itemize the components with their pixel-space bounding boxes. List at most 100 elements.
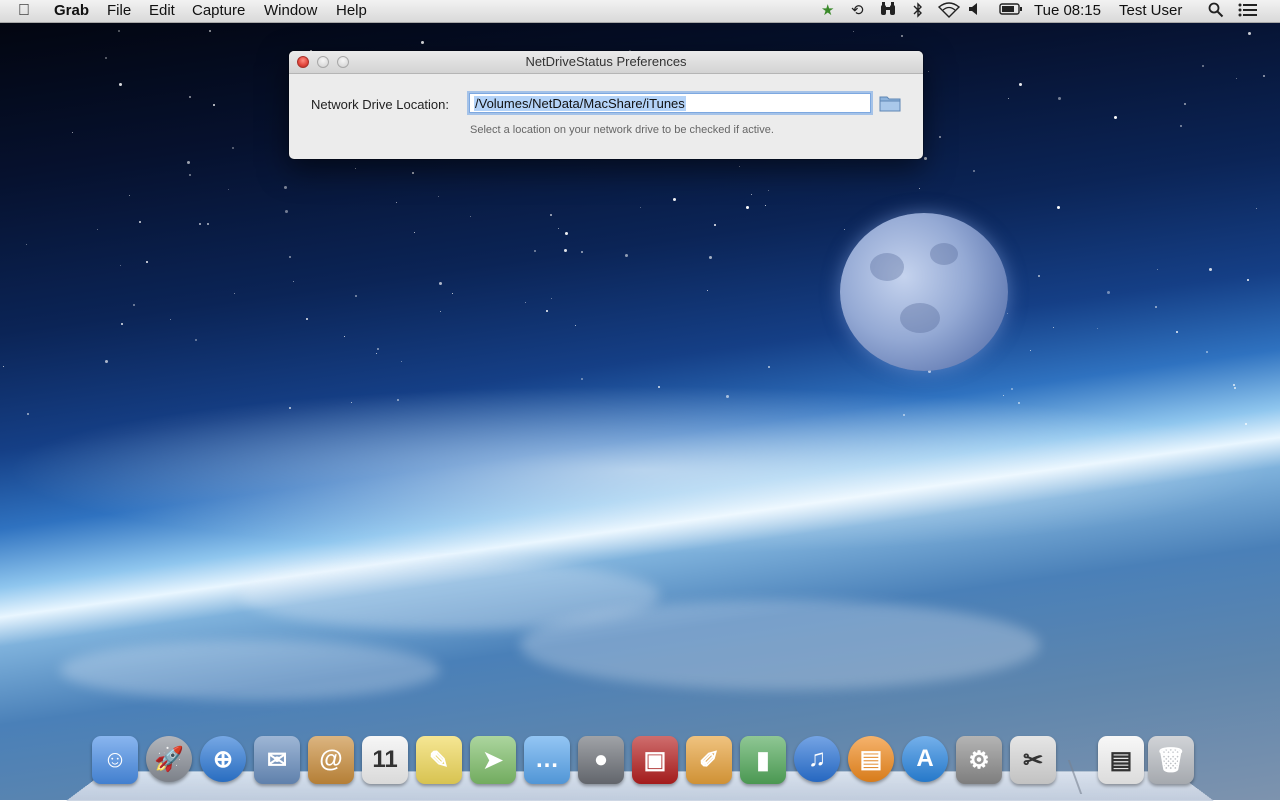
messages-icon[interactable]: … <box>524 736 570 784</box>
dock: ☺ 🚀 ⊕ ✉ @11 ✎ ➤… ● ▣ ✐ ▮ ♫ ▤ A ⚙ ✂ ▤ 🗑 <box>92 736 1202 788</box>
menu-help[interactable]: Help <box>336 2 367 20</box>
star <box>1247 279 1249 281</box>
maps-icon[interactable]: ➤ <box>470 736 516 784</box>
star <box>768 190 769 191</box>
star <box>903 414 905 416</box>
contacts-icon[interactable]: @ <box>308 736 354 784</box>
bluetooth-icon[interactable] <box>913 2 923 23</box>
mail-icon[interactable]: ✉ <box>254 736 300 784</box>
star <box>129 195 130 196</box>
star <box>414 232 415 233</box>
menu-capture[interactable]: Capture <box>192 2 245 20</box>
star <box>565 232 568 235</box>
star <box>120 265 121 266</box>
star <box>1155 306 1157 308</box>
star <box>232 147 234 149</box>
window-title: NetDriveStatus Preferences <box>525 54 687 69</box>
menu-window[interactable]: Window <box>264 2 317 20</box>
star <box>1003 395 1004 396</box>
star <box>207 223 209 225</box>
star <box>768 366 770 368</box>
launchpad-icon[interactable]: 🚀 <box>146 736 192 782</box>
star <box>1007 313 1008 314</box>
star <box>306 318 308 320</box>
star <box>105 57 107 59</box>
star <box>928 71 929 72</box>
menubar-clock[interactable]: Tue 08:15 <box>1034 2 1101 20</box>
network-drive-location-label: Network Drive Location: <box>311 97 449 112</box>
star <box>452 293 453 294</box>
star <box>213 104 215 106</box>
star <box>199 223 201 225</box>
window-titlebar[interactable]: NetDriveStatus Preferences <box>289 51 923 74</box>
menu-file[interactable]: File <box>107 2 131 20</box>
battery-icon[interactable] <box>999 2 1023 21</box>
app-store-icon[interactable]: A <box>902 736 948 782</box>
time-machine-icon[interactable]: ⟲ <box>851 2 864 20</box>
star <box>709 256 712 259</box>
star <box>746 206 749 209</box>
star <box>1176 331 1178 333</box>
star <box>534 250 536 252</box>
menu-app-name[interactable]: Grab <box>54 2 89 20</box>
star <box>973 170 975 172</box>
star <box>133 304 135 306</box>
star <box>187 161 190 164</box>
calendar-icon[interactable]: 11 <box>362 736 408 784</box>
notes-icon[interactable]: ✎ <box>416 736 462 784</box>
folder-icon[interactable] <box>879 94 901 112</box>
grab-icon[interactable]: ✂ <box>1010 736 1056 784</box>
star <box>121 323 123 325</box>
safari-icon[interactable]: ⊕ <box>200 736 246 782</box>
volume-icon[interactable] <box>968 2 980 21</box>
star <box>924 157 927 160</box>
star <box>1202 65 1204 67</box>
star <box>401 361 402 362</box>
star <box>1114 116 1117 119</box>
star <box>1233 384 1235 386</box>
star <box>27 413 29 415</box>
apple-logo-icon[interactable]:  <box>18 2 30 20</box>
star <box>1097 328 1098 329</box>
wallpaper-moon <box>840 213 1008 371</box>
binoculars-icon[interactable] <box>880 2 896 21</box>
star <box>1248 32 1251 35</box>
star <box>3 366 4 367</box>
star <box>234 293 235 294</box>
network-drive-location-input[interactable]: /Volumes/NetData/MacShare/iTunes <box>469 93 871 113</box>
star <box>550 214 552 216</box>
star <box>139 221 141 223</box>
preview-document-icon[interactable]: ▤ <box>1098 736 1144 784</box>
wifi-icon[interactable] <box>937 2 961 23</box>
star <box>1057 206 1060 209</box>
star <box>355 295 357 297</box>
star <box>901 35 903 37</box>
star <box>1030 350 1031 351</box>
star <box>726 395 729 398</box>
menu-edit[interactable]: Edit <box>149 2 175 20</box>
spotlight-search-icon[interactable] <box>1208 2 1224 23</box>
itunes-icon[interactable]: ♫ <box>794 736 840 782</box>
facetime-icon[interactable]: ● <box>578 736 624 784</box>
star <box>412 172 414 174</box>
star <box>72 132 73 133</box>
star <box>1209 268 1212 271</box>
numbers-icon[interactable]: ▮ <box>740 736 786 784</box>
star <box>421 41 424 44</box>
notification-center-icon[interactable] <box>1238 2 1258 23</box>
ibooks-icon[interactable]: ▤ <box>848 736 894 782</box>
menubar-user[interactable]: Test User <box>1119 2 1182 20</box>
star <box>564 249 567 252</box>
star <box>438 196 439 197</box>
star <box>581 251 583 253</box>
favorites-star-icon[interactable]: ★ <box>821 2 834 20</box>
star <box>546 310 548 312</box>
system-preferences-icon[interactable]: ⚙ <box>956 736 1002 784</box>
menu-bar:  Grab File Edit Capture Window Help ★ ⟲… <box>0 0 1280 23</box>
pages-icon[interactable]: ✐ <box>686 736 732 784</box>
star <box>439 282 442 285</box>
photo-booth-icon[interactable]: ▣ <box>632 736 678 784</box>
star <box>1058 97 1061 100</box>
finder-icon[interactable]: ☺ <box>92 736 138 784</box>
trash-icon[interactable]: 🗑 <box>1148 736 1194 784</box>
